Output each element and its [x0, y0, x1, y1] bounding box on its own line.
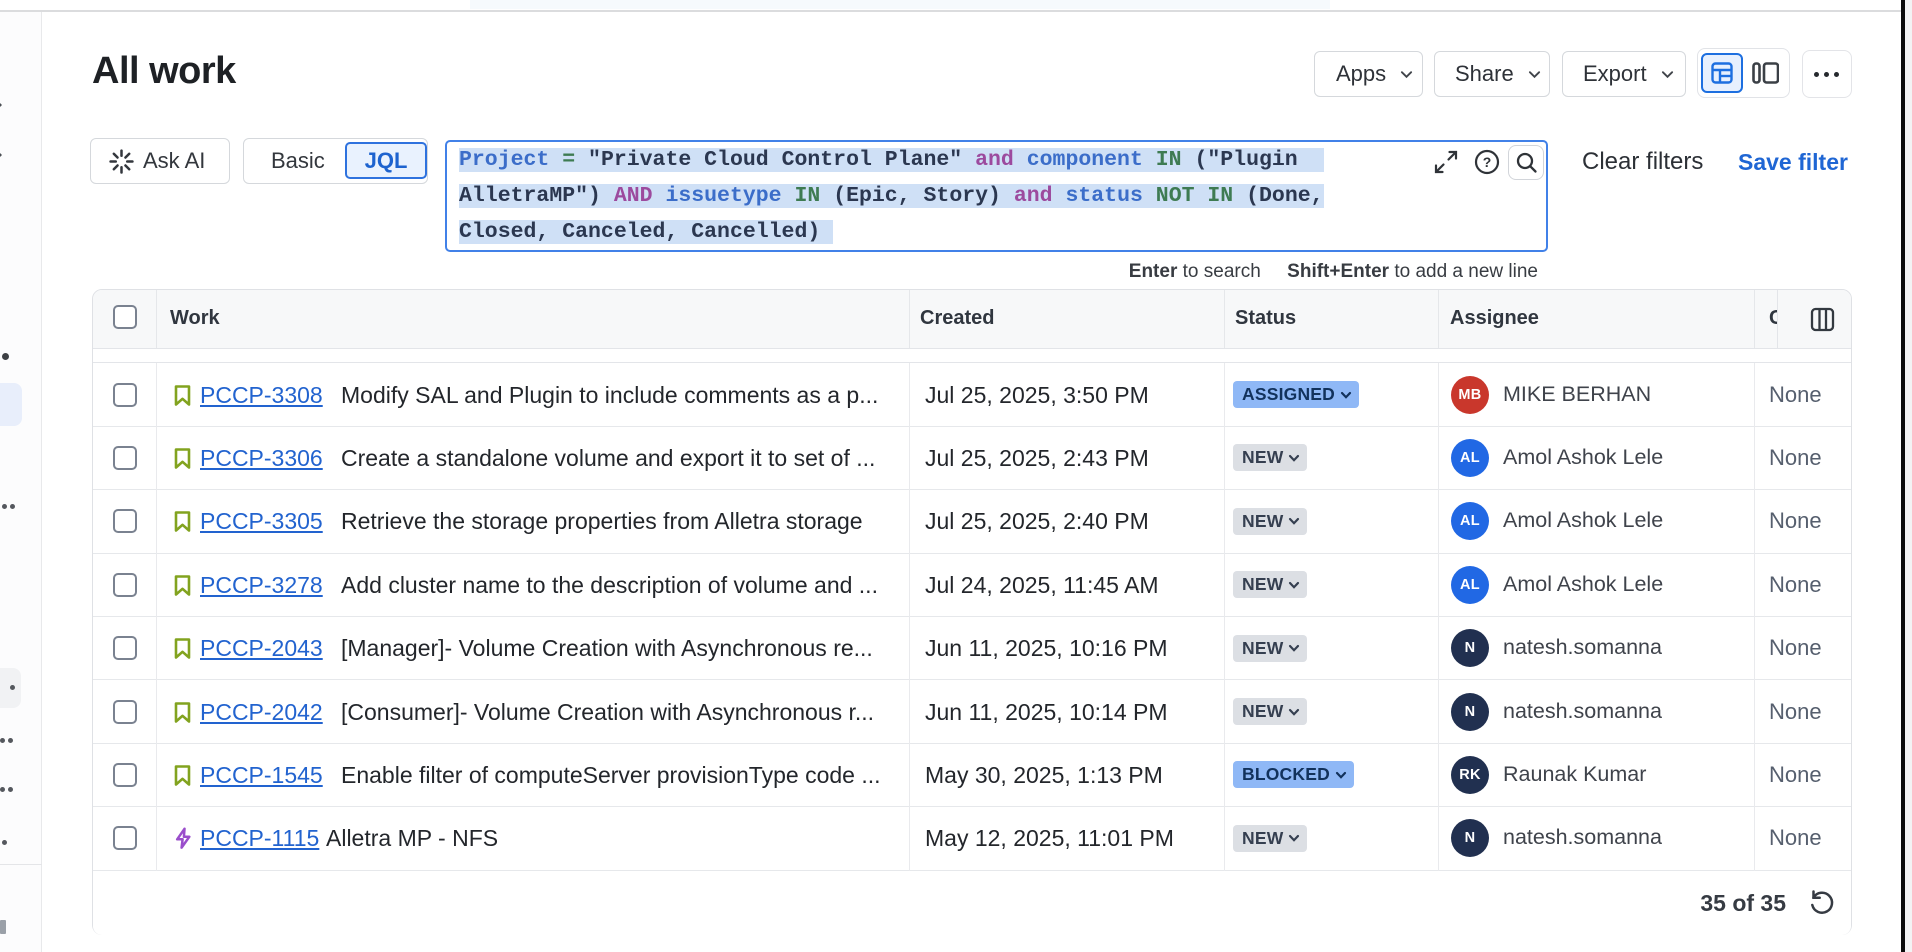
svg-text:?: ?	[1483, 154, 1492, 170]
